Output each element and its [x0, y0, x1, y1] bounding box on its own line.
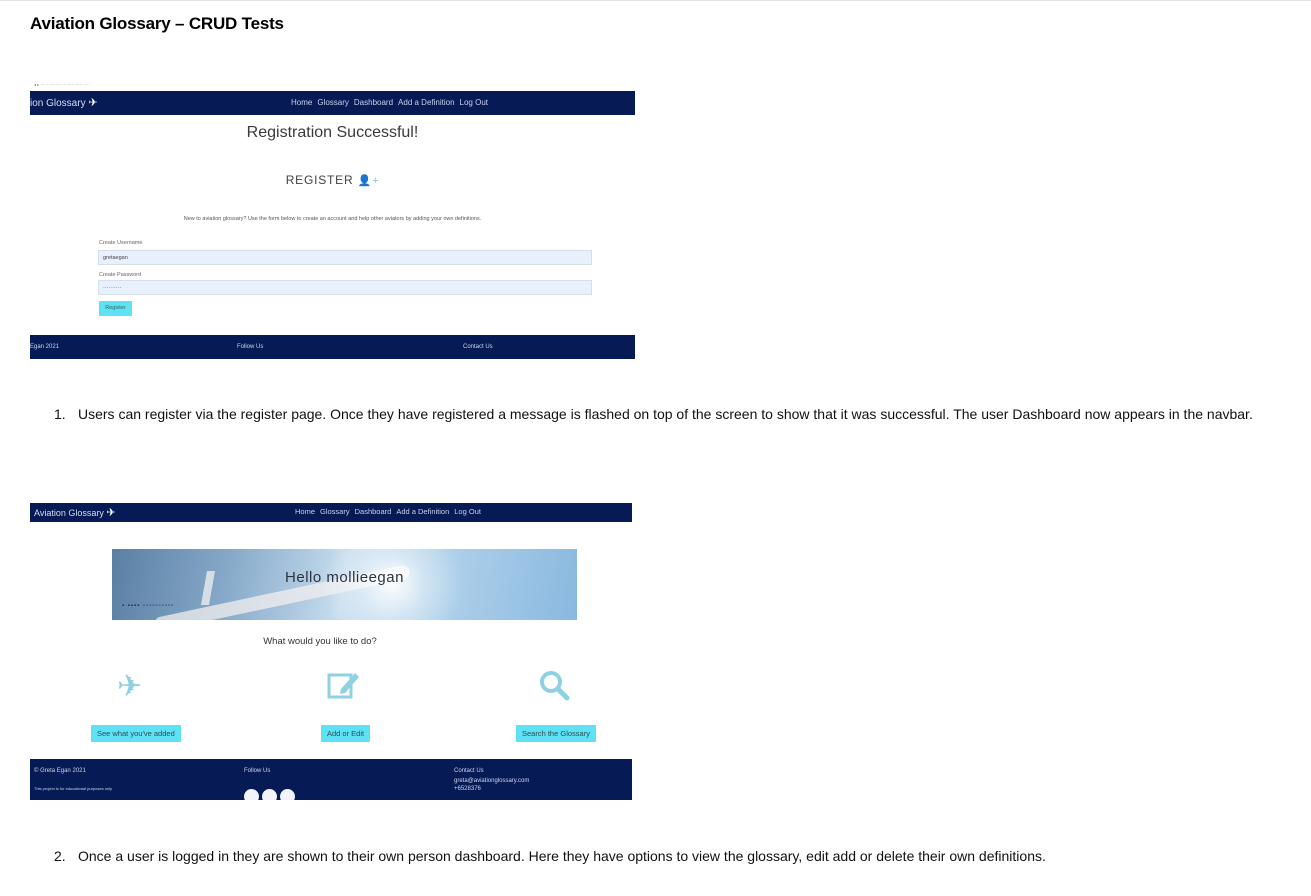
caption-2: 2. Once a user is logged in they are show… [54, 848, 1046, 864]
brand-text: ion Glossary [30, 98, 86, 109]
plane-icon: ✈ [117, 670, 143, 703]
footer-contact: Contact Us [454, 768, 484, 774]
user-plus-icon: 👤+ [357, 175, 380, 187]
nav-links: Home Glossary Dashboard Add a Definition… [295, 507, 481, 516]
dashboard-screenshot: Aviation Glossary ✈ Home Glossary Dashbo… [30, 503, 632, 800]
edit-icon-svg [327, 673, 359, 699]
nav-add-definition[interactable]: Add a Definition [396, 507, 449, 516]
brand[interactable]: Aviation Glossary ✈ [34, 506, 116, 519]
document-title: Aviation Glossary – CRUD Tests [30, 14, 284, 33]
register-button[interactable]: Register [99, 301, 132, 316]
password-input[interactable]: ·········· [98, 280, 592, 295]
footer-follow: Follow Us [237, 344, 264, 350]
plane-icon: ✈ [88, 97, 98, 109]
caption-text: Once a user is logged in they are shown … [78, 848, 1046, 864]
footer-email[interactable]: greta@aviationglossary.com [454, 778, 529, 784]
footer: © Greta Egan 2021 This project is for ed… [30, 759, 632, 800]
nav-dashboard[interactable]: Dashboard [355, 507, 392, 516]
brand-text: Aviation Glossary [34, 508, 104, 518]
hero-greeting: Hello mollieegan [285, 569, 404, 586]
footer-disclaimer: This project is for educational purposes… [34, 786, 113, 791]
nav-glossary[interactable]: Glossary [320, 507, 350, 516]
register-heading-text: REGISTER [285, 173, 354, 187]
nav-home[interactable]: Home [295, 507, 315, 516]
search-glossary-button[interactable]: Search the Glossary [516, 725, 596, 742]
caption-number: 2. [54, 848, 66, 864]
nav-links: Home Glossary Dashboard Add a Definition… [291, 98, 488, 107]
edit-icon [327, 669, 361, 710]
username-label: Create Username [99, 240, 143, 246]
dashboard-prompt: What would you like to do? [263, 636, 377, 647]
footer-contact: Contact Us [463, 344, 493, 350]
caption-text: Users can register via the register page… [78, 406, 1253, 422]
nav-glossary[interactable]: Glossary [317, 98, 349, 107]
navbar: ion Glossary ✈ Home Glossary Dashboard A… [30, 91, 635, 115]
footer-follow: Follow Us [244, 768, 271, 774]
footer-phone: +6528376 [454, 786, 481, 792]
footer-copyright: Egan 2021 [30, 344, 60, 350]
brand[interactable]: ion Glossary ✈ [30, 96, 98, 109]
add-edit-button[interactable]: Add or Edit [321, 725, 371, 742]
caption-number: 1. [54, 406, 66, 422]
nav-home[interactable]: Home [291, 98, 312, 107]
nav-dashboard[interactable]: Dashboard [354, 98, 393, 107]
hero-banner: ▪ ▪▪▪▪ ▫▫▫▫▫▫▫▫▫▫ Hello mollieegan [112, 549, 577, 620]
facebook-icon[interactable] [244, 789, 259, 800]
register-heading: REGISTER 👤+ [30, 173, 635, 187]
see-added-button[interactable]: See what you've added [91, 725, 181, 742]
nav-add-definition[interactable]: Add a Definition [398, 98, 454, 107]
airplane-windows-graphic: ▪ ▪▪▪▪ ▫▫▫▫▫▫▫▫▫▫ [122, 603, 175, 609]
register-intro: New to aviation glossary? Use the form b… [183, 216, 482, 222]
footer-copyright: © Greta Egan 2021 [34, 768, 86, 774]
plane-icon: ✈ [106, 507, 116, 519]
instagram-icon[interactable] [262, 789, 277, 800]
search-icon [538, 669, 570, 710]
search-icon-svg [540, 671, 570, 701]
nav-log-out[interactable]: Log Out [460, 98, 488, 107]
social-icons [244, 789, 295, 800]
caption-1: 1. Users can register via the register pa… [54, 406, 1253, 422]
navbar: Aviation Glossary ✈ Home Glossary Dashbo… [30, 503, 632, 522]
youtube-icon[interactable] [280, 789, 295, 800]
flash-message: Registration Successful! [246, 124, 419, 141]
nav-log-out[interactable]: Log Out [454, 507, 481, 516]
browser-url-bar: ◂ ▸ ··· ·· ········· ··············· ·· … [34, 82, 90, 87]
top-rule [0, 0, 1311, 1]
footer: Egan 2021 Follow Us Contact Us [30, 335, 635, 359]
password-label: Create Password [99, 272, 142, 278]
username-input[interactable]: gretaegan [98, 250, 592, 265]
registration-screenshot: ◂ ▸ ··· ·· ········· ··············· ·· … [30, 80, 635, 359]
